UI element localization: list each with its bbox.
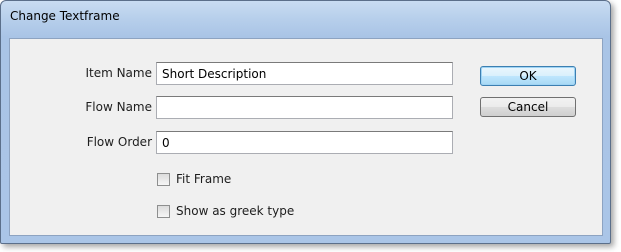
flow-name-label: Flow Name [85,100,152,114]
ok-button[interactable]: OK [480,66,576,86]
flow-order-input[interactable] [156,131,453,154]
greek-type-checkbox[interactable] [157,205,170,218]
fit-frame-label[interactable]: Fit Frame [176,172,231,186]
dialog-title: Change Textframe [10,9,120,23]
flow-order-label: Flow Order [86,135,152,149]
dialog-body: Item Name Flow Name Flow Order Fit Frame… [9,38,603,236]
title-bar[interactable]: Change Textframe [1,1,610,37]
flow-name-input[interactable] [156,96,453,119]
dialog-window: Change Textframe Item Name Flow Name Flo… [0,0,611,244]
item-name-input[interactable] [156,62,453,85]
cancel-button[interactable]: Cancel [480,97,576,117]
fit-frame-checkbox[interactable] [157,173,170,186]
item-name-label: Item Name [85,66,152,80]
greek-type-label[interactable]: Show as greek type [176,204,294,218]
